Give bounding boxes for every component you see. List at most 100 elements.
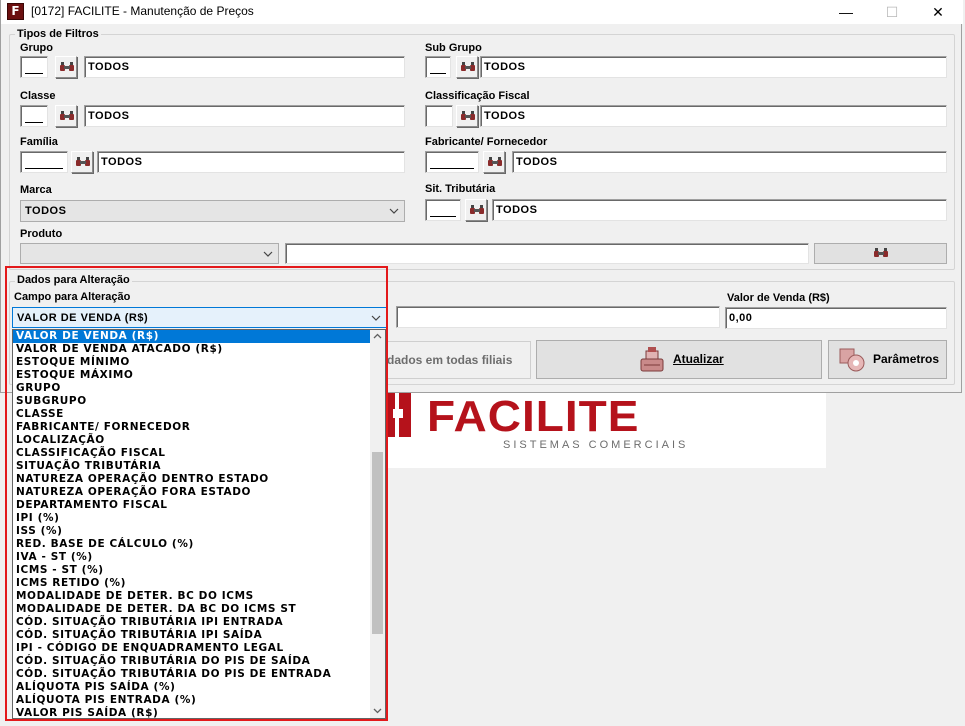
- familia-label: Família: [20, 136, 58, 148]
- chevron-down-icon[interactable]: [373, 708, 382, 714]
- alteracao-legend: Dados para Alteração: [15, 274, 132, 286]
- classificacao-fiscal-code-input[interactable]: [425, 105, 453, 127]
- novo-valor-input[interactable]: [396, 306, 720, 328]
- binoculars-icon: [488, 157, 502, 166]
- familia-value-field[interactable]: TODOS: [97, 151, 405, 173]
- dropdown-item[interactable]: ESTOQUE MÁXIMO: [13, 369, 371, 382]
- valor-venda-input[interactable]: 0,00: [725, 307, 947, 329]
- fabricante-value-field[interactable]: TODOS: [512, 151, 947, 173]
- parametros-button[interactable]: Parâmetros: [828, 340, 947, 379]
- logo-area: FACILITE SISTEMAS COMERCIAIS: [385, 391, 826, 468]
- title-bar[interactable]: F [0172] FACILITE - Manutenção de Preços…: [1, 0, 963, 24]
- dropdown-item[interactable]: MODALIDADE DE DETER. BC DO ICMS: [13, 590, 371, 603]
- minimize-button[interactable]: —: [823, 0, 869, 24]
- chevron-down-icon: [371, 315, 381, 321]
- maximize-button[interactable]: ☐: [869, 0, 915, 24]
- sit-tributaria-code-input[interactable]: [425, 199, 461, 221]
- fabricante-code-input[interactable]: [425, 151, 479, 173]
- dropdown-item[interactable]: CÓD. SITUAÇÃO TRIBUTÁRIA DO PIS DE ENTRA…: [13, 668, 371, 681]
- dropdown-item[interactable]: CÓD. SITUAÇÃO TRIBUTÁRIA DO PIS DE SAÍDA: [13, 655, 371, 668]
- marca-select[interactable]: TODOS: [20, 200, 405, 222]
- classificacao-fiscal-label: Classificação Fiscal: [425, 90, 530, 102]
- produto-input[interactable]: [285, 243, 809, 264]
- sub-grupo-value-field[interactable]: TODOS: [480, 56, 947, 78]
- produto-label: Produto: [20, 228, 63, 240]
- dropdown-item[interactable]: NATUREZA OPERAÇÃO FORA ESTADO: [13, 486, 371, 499]
- grupo-value-field[interactable]: TODOS: [84, 56, 405, 78]
- close-button[interactable]: ✕: [915, 0, 961, 24]
- binoculars-icon: [76, 157, 90, 166]
- dropdown-scrollbar[interactable]: [370, 330, 385, 718]
- campo-alteracao-dropdown-list[interactable]: VALOR DE VENDA (R$) VALOR DE VENDA ATACAD…: [12, 329, 386, 719]
- dropdown-item[interactable]: VALOR DE VENDA ATACADO (R$): [13, 343, 371, 356]
- todas-filiais-button[interactable]: dados em todas filiais: [376, 341, 531, 379]
- fabricante-search-button[interactable]: [483, 151, 505, 173]
- dropdown-item[interactable]: ESTOQUE MÍNIMO: [13, 356, 371, 369]
- logo-tagline: SISTEMAS COMERCIAIS: [503, 439, 689, 451]
- dropdown-item[interactable]: NATUREZA OPERAÇÃO DENTRO ESTADO: [13, 473, 371, 486]
- dropdown-item[interactable]: CLASSE: [13, 408, 371, 421]
- marca-selected-value: TODOS: [25, 205, 67, 217]
- app-icon: F: [7, 3, 24, 20]
- binoculars-icon: [461, 111, 475, 120]
- classe-label: Classe: [20, 90, 56, 102]
- dropdown-item[interactable]: IVA - ST (%): [13, 551, 371, 564]
- dropdown-item[interactable]: CÓD. SITUAÇÃO TRIBUTÁRIA IPI ENTRADA: [13, 616, 371, 629]
- chevron-down-icon: [263, 251, 273, 257]
- dropdown-item[interactable]: ICMS - ST (%): [13, 564, 371, 577]
- campo-alteracao-select[interactable]: VALOR DE VENDA (R$): [12, 307, 387, 328]
- facilite-logo-mark: [385, 393, 411, 437]
- gear-icon: [839, 348, 865, 372]
- binoculars-icon: [461, 62, 475, 71]
- dropdown-item[interactable]: ALÍQUOTA PIS SAÍDA (%): [13, 681, 371, 694]
- dropdown-item[interactable]: MODALIDADE DE DETER. DA BC DO ICMS ST: [13, 603, 371, 616]
- classe-code-input[interactable]: [20, 105, 48, 127]
- classe-search-button[interactable]: [55, 105, 77, 127]
- dropdown-item[interactable]: FABRICANTE/ FORNECEDOR: [13, 421, 371, 434]
- produto-select[interactable]: [20, 243, 279, 264]
- grupo-label: Grupo: [20, 42, 53, 54]
- dropdown-item[interactable]: ISS (%): [13, 525, 371, 538]
- cash-register-icon: [640, 347, 664, 372]
- grupo-code-input[interactable]: [20, 56, 48, 78]
- dropdown-item[interactable]: VALOR DE VENDA (R$): [13, 330, 371, 343]
- grupo-search-button[interactable]: [55, 56, 77, 78]
- valor-venda-label: Valor de Venda (R$): [727, 292, 830, 304]
- filters-legend: Tipos de Filtros: [15, 28, 101, 40]
- familia-code-input[interactable]: [20, 151, 68, 173]
- dropdown-item[interactable]: SITUAÇÃO TRIBUTÁRIA: [13, 460, 371, 473]
- sub-grupo-search-button[interactable]: [456, 56, 478, 78]
- sit-tributaria-search-button[interactable]: [465, 199, 487, 221]
- dropdown-item[interactable]: LOCALIZAÇÃO: [13, 434, 371, 447]
- scrollbar-thumb[interactable]: [372, 452, 383, 634]
- window-title: [0172] FACILITE - Manutenção de Preços: [31, 4, 254, 18]
- sub-grupo-code-input[interactable]: [425, 56, 451, 78]
- produto-search-button[interactable]: [814, 243, 947, 264]
- dropdown-item[interactable]: GRUPO: [13, 382, 371, 395]
- dropdown-item[interactable]: CÓD. SITUAÇÃO TRIBUTÁRIA IPI SAÍDA: [13, 629, 371, 642]
- campo-alteracao-selected: VALOR DE VENDA (R$): [17, 312, 149, 324]
- fabricante-label: Fabricante/ Fornecedor: [425, 136, 548, 148]
- binoculars-icon: [470, 205, 484, 214]
- chevron-up-icon[interactable]: [373, 333, 382, 339]
- logo-brand: FACILITE: [427, 391, 640, 441]
- dropdown-item[interactable]: CLASSIFICAÇÃO FISCAL: [13, 447, 371, 460]
- dropdown-item[interactable]: VALOR PIS SAÍDA (R$): [13, 707, 371, 718]
- classe-value-field[interactable]: TODOS: [84, 105, 405, 127]
- classificacao-fiscal-value-field[interactable]: TODOS: [480, 105, 947, 127]
- binoculars-icon: [873, 248, 888, 257]
- dropdown-item[interactable]: IPI - CÓDIGO DE ENQUADRAMENTO LEGAL: [13, 642, 371, 655]
- dropdown-item[interactable]: RED. BASE DE CÁLCULO (%): [13, 538, 371, 551]
- dropdown-item[interactable]: ALÍQUOTA PIS ENTRADA (%): [13, 694, 371, 707]
- dropdown-item[interactable]: DEPARTAMENTO FISCAL: [13, 499, 371, 512]
- dropdown-item[interactable]: IPI (%): [13, 512, 371, 525]
- dropdown-item[interactable]: SUBGRUPO: [13, 395, 371, 408]
- atualizar-label: Atualizar: [673, 352, 724, 366]
- dropdown-item[interactable]: ICMS RETIDO (%): [13, 577, 371, 590]
- sit-tributaria-label: Sit. Tributária: [425, 183, 496, 195]
- familia-search-button[interactable]: [71, 151, 93, 173]
- sit-tributaria-value-field[interactable]: TODOS: [492, 199, 947, 221]
- atualizar-button[interactable]: Atualizar: [536, 340, 822, 379]
- marca-label: Marca: [20, 184, 52, 196]
- classificacao-fiscal-search-button[interactable]: [456, 105, 478, 127]
